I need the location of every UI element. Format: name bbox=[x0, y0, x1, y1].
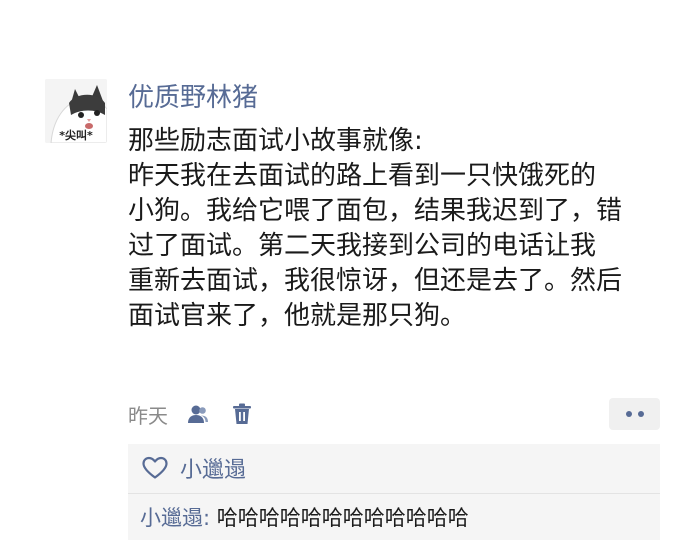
comment-author[interactable]: 小邋遢 bbox=[140, 506, 203, 530]
more-dot bbox=[637, 411, 644, 417]
username[interactable]: 优质野林猪 bbox=[128, 80, 258, 116]
comment-text: 哈哈哈哈哈哈哈哈哈哈哈哈 bbox=[216, 506, 469, 530]
person-icon[interactable] bbox=[186, 402, 210, 426]
interaction-panel: 小邋遢 小邋遢: 哈哈哈哈哈哈哈哈哈哈哈哈 bbox=[128, 444, 660, 540]
post-content-line: 昨天我在去面试的路上看到一只快饿死的 bbox=[128, 161, 597, 191]
trash-icon[interactable] bbox=[230, 402, 254, 426]
post-content-line: 那些励志面试小故事就像: bbox=[128, 126, 423, 156]
avatar[interactable]: *尖叫* bbox=[45, 79, 107, 143]
post-content: 那些励志面试小故事就像: 昨天我在去面试的路上看到一只快饿死的 小狗。我给它喂了面包… bbox=[128, 124, 668, 334]
likes-row: 小邋遢 bbox=[142, 451, 246, 485]
divider bbox=[128, 493, 660, 494]
moments-post: *尖叫* 优质野林猪 那些励志面试小故事就像: 昨天我在去面试的路上看到一只快饿死… bbox=[0, 0, 690, 547]
liker-name[interactable]: 小邋遢 bbox=[180, 452, 246, 484]
post-content-line: 过了面试。第二天我接到公司的电话让我 bbox=[128, 231, 597, 261]
heart-icon bbox=[142, 456, 168, 479]
post-time: 昨天 bbox=[128, 403, 168, 428]
post-content-line: 面试官来了，他就是那只狗。 bbox=[128, 301, 467, 331]
comment-separator: : bbox=[203, 506, 217, 530]
avatar-caption: *尖叫* bbox=[59, 129, 93, 142]
post-content-line: 重新去面试，我很惊讶，但还是去了。然后 bbox=[128, 266, 623, 296]
post-content-line: 小狗。我给它喂了面包，结果我迟到了，错 bbox=[128, 196, 623, 226]
post-meta: 昨天 bbox=[128, 397, 274, 431]
comment[interactable]: 小邋遢: 哈哈哈哈哈哈哈哈哈哈哈哈 bbox=[140, 502, 469, 534]
more-dots-icon[interactable] bbox=[609, 398, 660, 430]
more-dot bbox=[625, 411, 632, 417]
